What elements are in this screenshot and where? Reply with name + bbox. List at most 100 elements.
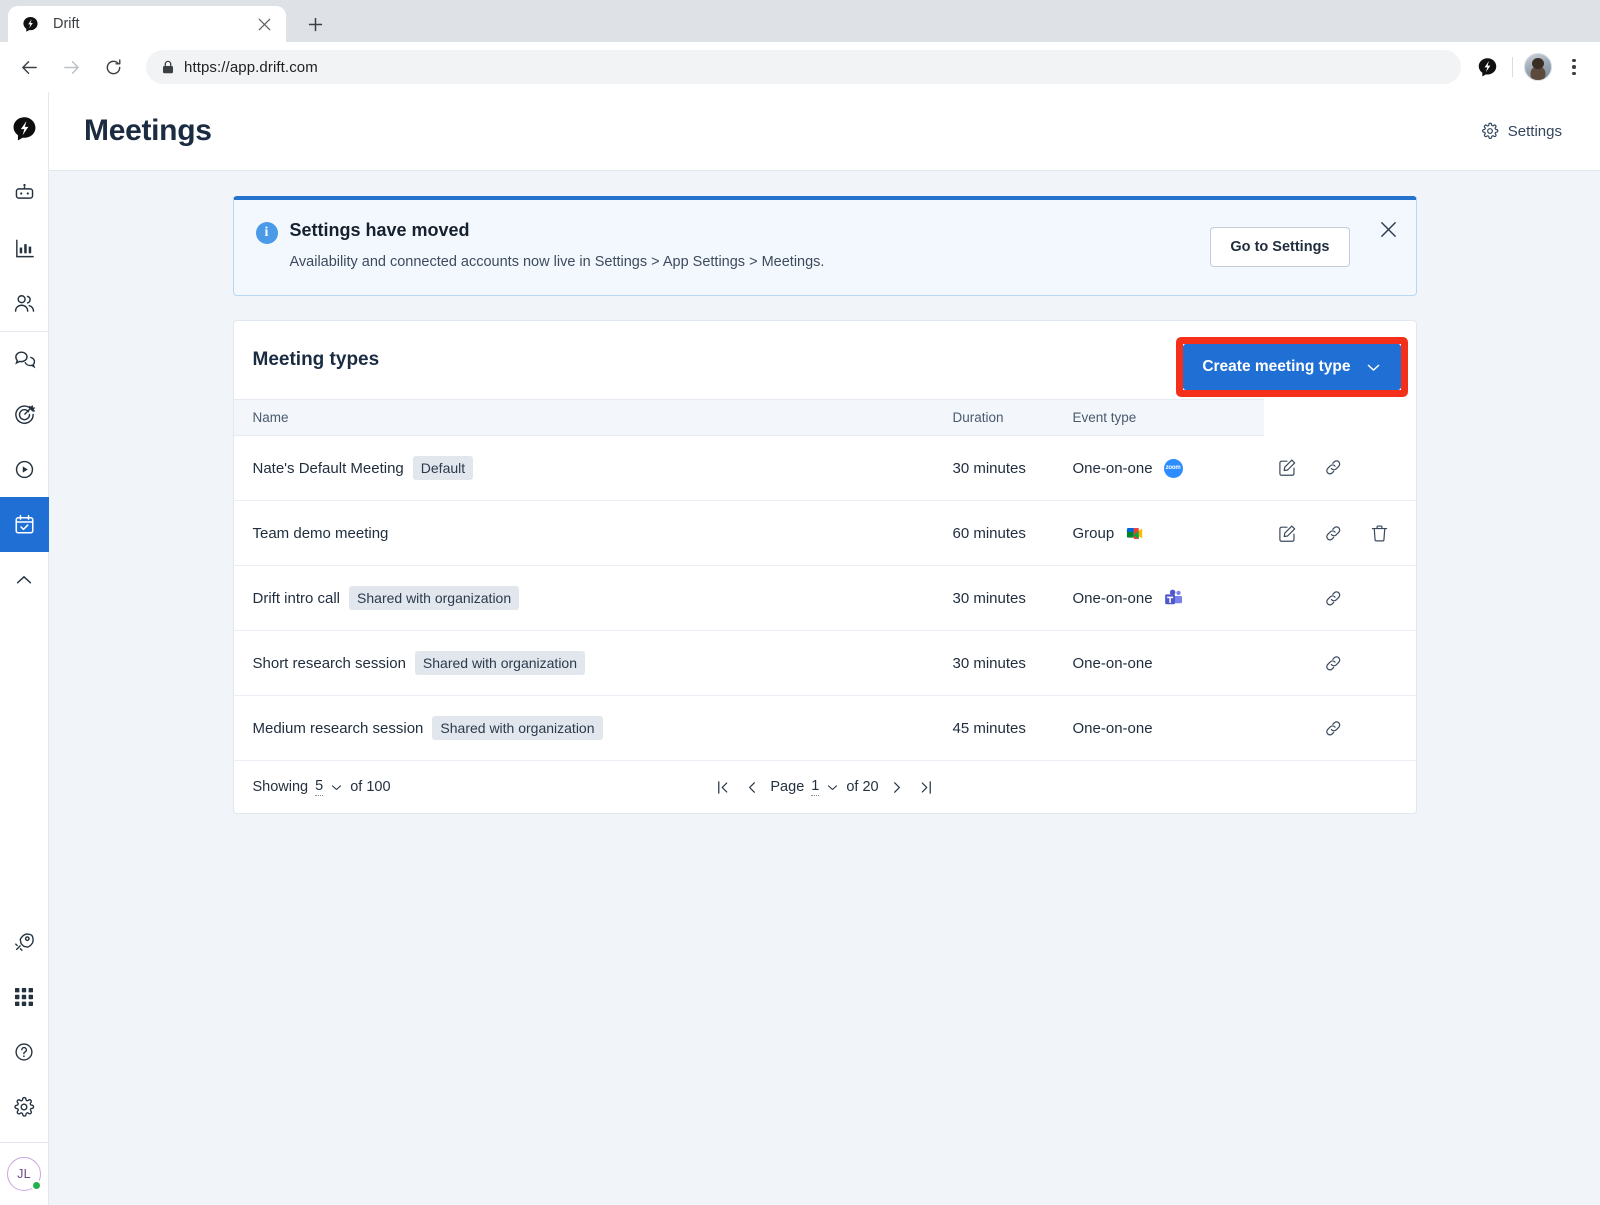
drift-extension-icon[interactable] xyxy=(1473,53,1501,81)
forward-icon[interactable] xyxy=(54,50,88,84)
table-row[interactable]: Team demo meeting 60 minutes Group xyxy=(233,500,1416,567)
showing-label: Showing xyxy=(252,779,309,796)
sidebar-item-help[interactable] xyxy=(0,1024,49,1079)
back-icon[interactable] xyxy=(12,50,46,84)
table-row[interactable]: Nate's Default Meeting Default 30 minute… xyxy=(233,435,1416,502)
bot-icon xyxy=(13,182,36,205)
gear-icon xyxy=(1481,122,1499,140)
meeting-duration: 30 minutes xyxy=(933,630,1054,697)
link-icon[interactable] xyxy=(1323,717,1345,739)
sidebar-item-playbooks[interactable] xyxy=(0,387,49,442)
meeting-name: Team demo meeting xyxy=(252,524,389,542)
table-row[interactable]: Drift intro call Shared with organizatio… xyxy=(233,565,1416,632)
create-button-highlight: Create meeting type xyxy=(1176,337,1408,398)
page-number[interactable]: 1 xyxy=(811,778,820,797)
main-area: Meetings Settings i Settings have moved xyxy=(49,92,1600,1205)
meeting-name: Short research session xyxy=(252,654,406,672)
drift-bolt-favicon xyxy=(22,16,39,33)
link-icon[interactable] xyxy=(1323,652,1345,674)
sidebar-item-apps[interactable] xyxy=(0,969,49,1024)
page-content: i Settings have moved Availability and c… xyxy=(49,171,1600,1205)
sidebar-item-conversations[interactable] xyxy=(0,332,49,387)
chart-bar-icon xyxy=(13,237,36,260)
play-circle-icon xyxy=(13,458,36,481)
browser-tab[interactable]: Drift xyxy=(8,6,286,42)
reload-icon[interactable] xyxy=(96,50,130,84)
chevron-right-icon[interactable] xyxy=(889,776,907,798)
settings-link[interactable]: Settings xyxy=(1481,122,1562,140)
page-prefix: Page xyxy=(770,779,805,796)
create-meeting-type-label: Create meeting type xyxy=(1202,358,1351,376)
meeting-types-card: Meeting types Create meeting type Name D… xyxy=(232,320,1417,815)
sidebar-item-meetings[interactable] xyxy=(0,497,49,552)
lock-icon xyxy=(162,60,174,74)
sidebar-item-settings[interactable] xyxy=(0,1079,49,1134)
toolbar-right xyxy=(1469,53,1588,81)
column-header-name: Name xyxy=(233,399,934,437)
settings-label: Settings xyxy=(1507,122,1562,140)
drift-logo[interactable] xyxy=(0,110,49,150)
last-page-icon[interactable] xyxy=(917,776,935,798)
info-icon: i xyxy=(255,222,278,244)
browser-profile-avatar[interactable] xyxy=(1524,53,1552,81)
google-meet-icon xyxy=(1125,525,1144,542)
column-header-duration: Duration xyxy=(933,399,1054,437)
table-row[interactable]: Short research session Shared with organ… xyxy=(233,630,1416,697)
edit-icon[interactable] xyxy=(1277,522,1299,544)
status-badge: Default xyxy=(412,456,474,481)
page-header: Meetings Settings xyxy=(49,92,1600,171)
edit-icon[interactable] xyxy=(1277,457,1299,479)
help-circle-icon xyxy=(13,1041,35,1063)
rows-per-page: Showing 5 of 100 xyxy=(252,778,391,797)
close-icon[interactable] xyxy=(1378,218,1400,240)
new-tab-button[interactable] xyxy=(300,9,330,39)
sidebar-item-contacts[interactable] xyxy=(0,276,49,331)
status-badge: Shared with organization xyxy=(432,716,603,741)
toolbar-divider xyxy=(1512,57,1513,77)
sidebar-item-bots[interactable] xyxy=(0,166,49,221)
link-icon[interactable] xyxy=(1323,522,1345,544)
address-bar[interactable]: https://app.drift.com xyxy=(146,50,1461,84)
app-shell: JL Meetings Settings i Settings have mov… xyxy=(0,92,1600,1205)
meeting-duration: 30 minutes xyxy=(933,435,1054,502)
table-body: Nate's Default Meeting Default 30 minute… xyxy=(233,435,1416,762)
sidebar-item-whats-new[interactable] xyxy=(0,914,49,969)
link-icon[interactable] xyxy=(1323,587,1345,609)
status-badge: Shared with organization xyxy=(349,586,520,611)
first-page-icon[interactable] xyxy=(714,776,732,798)
sidebar-item-video[interactable] xyxy=(0,442,49,497)
chevron-down-icon[interactable] xyxy=(826,781,839,794)
page-total: of 20 xyxy=(846,779,879,796)
link-icon[interactable] xyxy=(1323,457,1345,479)
settings-moved-banner: i Settings have moved Availability and c… xyxy=(232,196,1417,297)
chevron-up-icon xyxy=(13,569,35,591)
rows-per-page-value[interactable]: 5 xyxy=(315,778,324,797)
sidebar-collapse-button[interactable] xyxy=(0,552,49,607)
banner-title: Settings have moved xyxy=(289,220,470,240)
table-row[interactable]: Medium research session Shared with orga… xyxy=(233,695,1416,762)
close-tab-icon[interactable] xyxy=(252,12,276,36)
people-icon xyxy=(13,292,36,315)
card-title: Meeting types xyxy=(252,349,380,371)
status-badge: Shared with organization xyxy=(414,651,586,676)
go-to-settings-button[interactable]: Go to Settings xyxy=(1210,226,1350,267)
browser-toolbar: https://app.drift.com xyxy=(0,42,1600,92)
table-header: Name Duration Event type xyxy=(233,399,1416,437)
chevron-left-icon[interactable] xyxy=(742,776,760,798)
trash-icon[interactable] xyxy=(1369,522,1391,544)
pagination: Page 1 of 20 xyxy=(710,776,940,798)
showing-total: of 100 xyxy=(350,779,391,796)
microsoft-teams-icon xyxy=(1164,589,1183,607)
url-text: https://app.drift.com xyxy=(184,58,318,76)
browser-menu-icon[interactable] xyxy=(1560,53,1588,81)
card-header: Meeting types Create meeting type xyxy=(234,321,1416,399)
browser-chrome: Drift https://app.drift.com xyxy=(0,0,1600,92)
avatar[interactable]: JL xyxy=(7,1157,42,1191)
sidebar-item-reports[interactable] xyxy=(0,221,49,276)
create-meeting-type-button[interactable]: Create meeting type xyxy=(1183,344,1401,391)
avatar-initials: JL xyxy=(17,1167,31,1181)
meeting-event-type: One-on-one xyxy=(1072,459,1153,477)
zoom-icon: zoom xyxy=(1163,458,1183,478)
meeting-types-table: Name Duration Event type Nate's Default … xyxy=(233,399,1416,762)
chevron-down-icon[interactable] xyxy=(330,781,343,794)
